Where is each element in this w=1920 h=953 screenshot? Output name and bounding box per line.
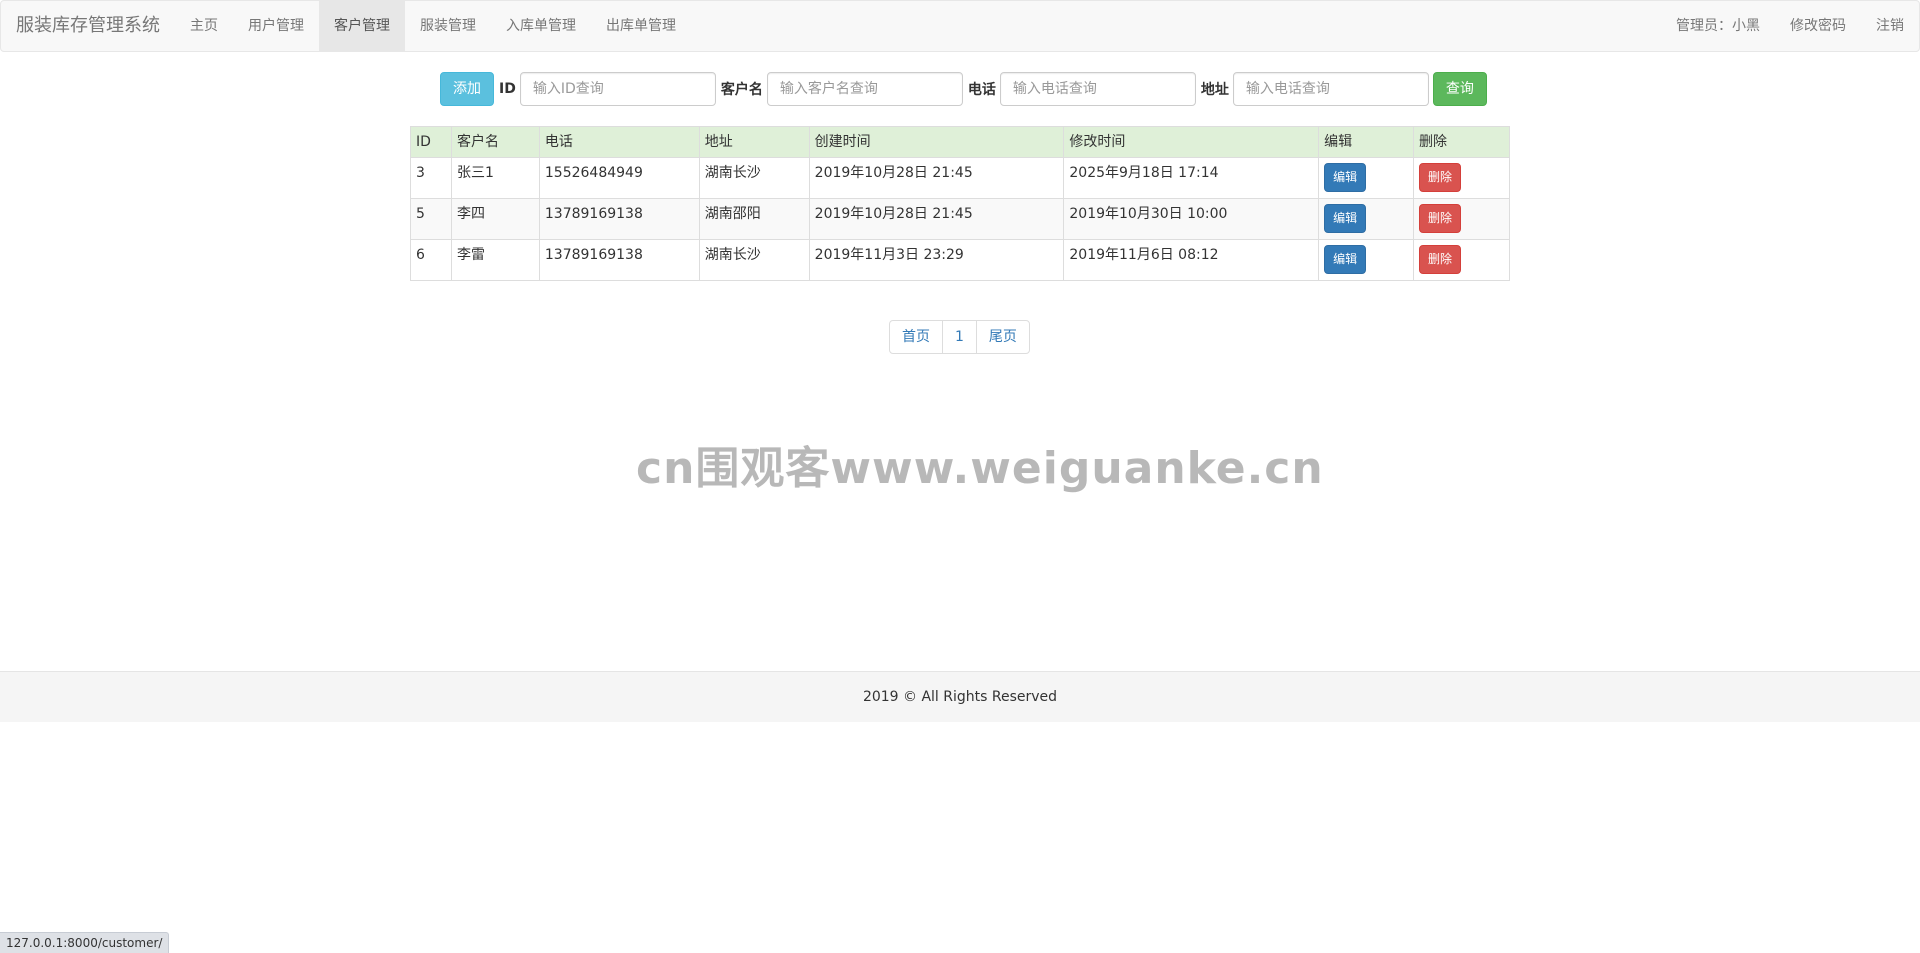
cell-phone: 15526484949 [538, 157, 700, 199]
add-button[interactable]: 添加 [440, 72, 494, 106]
edit-button[interactable]: 编辑 [1324, 245, 1367, 274]
page-footer: 2019 © All Rights Reserved [0, 671, 1920, 722]
table-header-row: ID 客户名 电话 地址 创建时间 修改时间 编辑 删除 [410, 126, 1510, 158]
cell-address: 湖南长沙 [698, 157, 810, 199]
cell-id: 3 [410, 157, 452, 199]
column-header-edit: 编辑 [1318, 126, 1415, 158]
watermark-text: cn围观客www.weiguanke.cn [636, 443, 1324, 494]
nav-item-users[interactable]: 用户管理 [233, 1, 319, 51]
phone-label: 电话 [967, 82, 996, 98]
table-row: 3 张三1 15526484949 湖南长沙 2019年10月28日 21:45… [410, 157, 1510, 199]
address-search-input[interactable] [1232, 72, 1429, 106]
cell-name: 李四 [450, 198, 540, 240]
cell-created: 2019年11月3日 23:29 [808, 239, 1065, 281]
edit-button[interactable]: 编辑 [1324, 204, 1367, 233]
footer-copyright: 2019 © All Rights Reserved [862, 689, 1058, 705]
cell-id: 6 [410, 239, 452, 281]
column-header-delete: 删除 [1413, 126, 1510, 158]
cell-address: 湖南长沙 [698, 239, 810, 281]
nav-item-outbound[interactable]: 出库单管理 [591, 1, 691, 51]
first-page-link[interactable]: 首页 [889, 320, 943, 354]
edit-button[interactable]: 编辑 [1324, 163, 1367, 192]
nav-item-clothing[interactable]: 服装管理 [405, 1, 491, 51]
cell-modified: 2019年10月30日 10:00 [1063, 198, 1320, 240]
column-header-name: 客户名 [450, 126, 540, 158]
phone-search-input[interactable] [999, 72, 1196, 106]
cell-created: 2019年10月28日 21:45 [808, 198, 1065, 240]
logout-link[interactable]: 注销 [1861, 1, 1919, 51]
cell-id: 5 [410, 198, 452, 240]
browser-status-url: 127.0.0.1:8000/customer/ [0, 932, 170, 953]
last-page-link[interactable]: 尾页 [975, 320, 1030, 354]
customer-table: ID 客户名 电话 地址 创建时间 修改时间 编辑 删除 3 张三1 15526… [410, 126, 1510, 281]
column-header-address: 地址 [698, 126, 810, 158]
column-header-created: 创建时间 [808, 126, 1065, 158]
cell-phone: 13789169138 [538, 239, 700, 281]
table-row: 5 李四 13789169138 湖南邵阳 2019年10月28日 21:45 … [410, 198, 1510, 240]
cell-edit: 编辑 [1318, 198, 1415, 240]
pagination: 首页 1 尾页 [889, 320, 1030, 354]
page-number-link[interactable]: 1 [942, 320, 977, 354]
cell-edit: 编辑 [1318, 157, 1415, 199]
cell-phone: 13789169138 [538, 198, 700, 240]
table-row: 6 李雷 13789169138 湖南长沙 2019年11月3日 23:29 2… [410, 239, 1510, 281]
cell-delete: 删除 [1413, 239, 1510, 281]
nav-item-home[interactable]: 主页 [175, 1, 233, 51]
change-password-link[interactable]: 修改密码 [1775, 1, 1861, 51]
column-header-id: ID [410, 126, 452, 158]
id-label: ID [499, 81, 516, 97]
nav-item-inbound[interactable]: 入库单管理 [491, 1, 591, 51]
query-button[interactable]: 查询 [1432, 72, 1487, 106]
cell-name: 张三1 [450, 157, 540, 199]
cell-name: 李雷 [450, 239, 540, 281]
cell-edit: 编辑 [1318, 239, 1415, 281]
customer-name-search-input[interactable] [766, 72, 963, 106]
admin-user-link[interactable]: 管理员：小黑 [1661, 1, 1775, 51]
delete-button[interactable]: 删除 [1419, 245, 1462, 274]
customer-name-label: 客户名 [720, 82, 763, 98]
nav-item-customers[interactable]: 客户管理 [319, 1, 405, 51]
nav-right-menu: 管理员：小黑 修改密码 注销 [1661, 1, 1919, 51]
cell-delete: 删除 [1413, 157, 1510, 199]
cell-created: 2019年10月28日 21:45 [808, 157, 1065, 199]
column-header-modified: 修改时间 [1063, 126, 1320, 158]
brand-title[interactable]: 服装库存管理系统 [1, 1, 175, 51]
search-form: 添加 ID 客户名 电话 地址 查询 [440, 72, 1487, 106]
top-navbar: 服装库存管理系统 主页 用户管理 客户管理 服装管理 入库单管理 出库单管理 管… [0, 0, 1920, 52]
nav-menu: 主页 用户管理 客户管理 服装管理 入库单管理 出库单管理 [175, 1, 691, 51]
address-label: 地址 [1200, 82, 1229, 98]
cell-address: 湖南邵阳 [698, 198, 810, 240]
delete-button[interactable]: 删除 [1419, 204, 1462, 233]
cell-delete: 删除 [1413, 198, 1510, 240]
cell-modified: 2025年9月18日 17:14 [1063, 157, 1320, 199]
delete-button[interactable]: 删除 [1419, 163, 1462, 192]
id-search-input[interactable] [519, 72, 716, 106]
column-header-phone: 电话 [538, 126, 700, 158]
cell-modified: 2019年11月6日 08:12 [1063, 239, 1320, 281]
